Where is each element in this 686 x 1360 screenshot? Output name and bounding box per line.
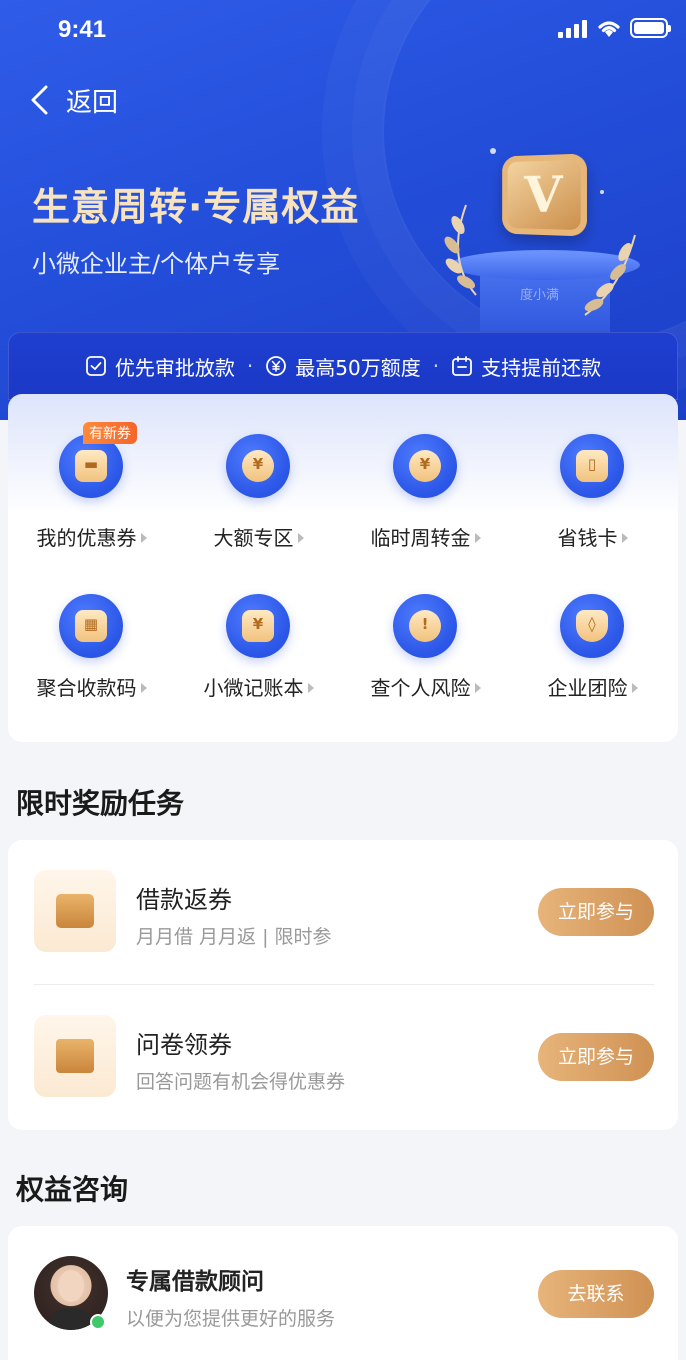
- status-bar: 9:41: [0, 0, 686, 60]
- ledger-book-icon: ¥: [226, 594, 290, 658]
- new-coupon-badge: 有新券: [83, 422, 137, 444]
- task-item-loan-coupon: 借款返券 月月借 月月返 | 限时参 立即参与: [8, 840, 678, 985]
- service-label: 聚合收款码: [36, 676, 137, 700]
- contact-button[interactable]: 去联系: [538, 1270, 654, 1318]
- gift-box-icon: [34, 1015, 116, 1097]
- arrow-right-icon: [631, 683, 638, 693]
- service-label: 小微记账本: [203, 676, 304, 700]
- service-group-insurance[interactable]: ◊ 企业团险: [509, 574, 676, 704]
- podium-brand-label: 度小满: [520, 288, 560, 303]
- yuan-badge-icon: ¥: [226, 434, 290, 498]
- service-label: 大额专区: [213, 526, 294, 550]
- task-desc: 月月借 月月返 | 限时参: [136, 926, 332, 948]
- cellular-signal-icon: [558, 20, 588, 38]
- separator-dot: ·: [246, 354, 254, 378]
- service-label: 省钱卡: [557, 526, 618, 550]
- arrow-right-icon: [474, 533, 481, 543]
- service-ledger-book[interactable]: ¥ 小微记账本: [175, 574, 342, 704]
- advisor-card: 专属借款顾问 以便为您提供更好的服务 去联系: [8, 1226, 678, 1360]
- check-square-icon: [86, 356, 106, 376]
- ticket-icon: [34, 870, 116, 952]
- arrow-right-icon: [140, 533, 147, 543]
- join-button[interactable]: 立即参与: [538, 1033, 654, 1081]
- task-list: 借款返券 月月借 月月返 | 限时参 立即参与 问卷领券 回答问题有机会得优惠券…: [8, 840, 678, 1130]
- advisor-desc: 以便为您提供更好的服务: [126, 1308, 336, 1330]
- money-bag-icon: ¥: [393, 434, 457, 498]
- sparkle-icon: [600, 190, 604, 194]
- task-item-survey-coupon: 问卷领券 回答问题有机会得优惠券 立即参与: [8, 985, 678, 1130]
- online-status-dot: [90, 1314, 106, 1330]
- task-desc: 回答问题有机会得优惠券: [136, 1071, 346, 1093]
- savings-card-icon: ▯: [560, 434, 624, 498]
- status-time: 9:41: [58, 16, 107, 43]
- benefit-label: 最高50万额度: [295, 355, 421, 380]
- hero-title: 生意周转·专属权益: [32, 185, 360, 229]
- benefit-label: 优先审批放款: [114, 355, 235, 380]
- benefit-priority-approval: 优先审批放款: [85, 352, 235, 381]
- arrow-right-icon: [297, 533, 304, 543]
- arrow-right-icon: [307, 683, 314, 693]
- calendar-icon: [452, 356, 472, 376]
- service-label: 企业团险: [547, 676, 628, 700]
- risk-alarm-icon: !: [393, 594, 457, 658]
- benefit-early-repayment: 支持提前还款: [451, 352, 601, 381]
- vip-v-badge-icon: [502, 153, 587, 237]
- battery-icon: [630, 18, 671, 38]
- benefits-bar: 优先审批放款 · 最高50万额度 · 支持提前还款: [8, 332, 678, 400]
- laurel-right-icon: [584, 234, 636, 316]
- service-label: 临时周转金: [370, 526, 471, 550]
- yuan-circle-icon: [266, 356, 287, 376]
- separator-dot: ·: [432, 354, 440, 378]
- service-label: 我的优惠券: [36, 526, 137, 550]
- sparkle-icon: [490, 148, 496, 154]
- hero-subtitle: 小微企业主/个体户专享: [32, 250, 281, 278]
- service-label: 查个人风险: [370, 676, 471, 700]
- laurel-left-icon: [444, 204, 477, 296]
- arrow-right-icon: [621, 533, 628, 543]
- qr-code-icon: ▦: [59, 594, 123, 658]
- service-personal-risk[interactable]: ! 查个人风险: [342, 574, 509, 704]
- task-name: 借款返券: [136, 886, 232, 914]
- arrow-right-icon: [474, 683, 481, 693]
- service-temporary-funds[interactable]: ¥ 临时周转金: [342, 414, 509, 550]
- service-grid: ▬ 有新券 我的优惠券 ¥ 大额专区 ¥ 临时周转金 ▯ 省钱卡 ▦ 聚合收款码…: [8, 394, 678, 742]
- wifi-icon: [598, 21, 620, 37]
- join-button[interactable]: 立即参与: [538, 888, 654, 936]
- back-label: 返回: [66, 87, 119, 118]
- back-button[interactable]: 返回: [28, 80, 118, 120]
- service-my-coupons[interactable]: ▬ 有新券 我的优惠券: [8, 414, 175, 550]
- advisor-name: 专属借款顾问: [126, 1269, 264, 1295]
- consult-section-title: 权益咨询: [16, 1173, 129, 1206]
- benefit-label: 支持提前还款: [481, 355, 602, 380]
- service-payment-qr[interactable]: ▦ 聚合收款码: [8, 574, 175, 704]
- shield-icon: ◊: [560, 594, 624, 658]
- service-savings-card[interactable]: ▯ 省钱卡: [509, 414, 676, 550]
- chevron-left-icon: [31, 85, 48, 115]
- tasks-section-title: 限时奖励任务: [16, 787, 185, 820]
- service-large-amount[interactable]: ¥ 大额专区: [175, 414, 342, 550]
- arrow-right-icon: [140, 683, 147, 693]
- task-name: 问卷领券: [136, 1031, 232, 1059]
- benefit-max-limit: 最高50万额度: [265, 352, 421, 381]
